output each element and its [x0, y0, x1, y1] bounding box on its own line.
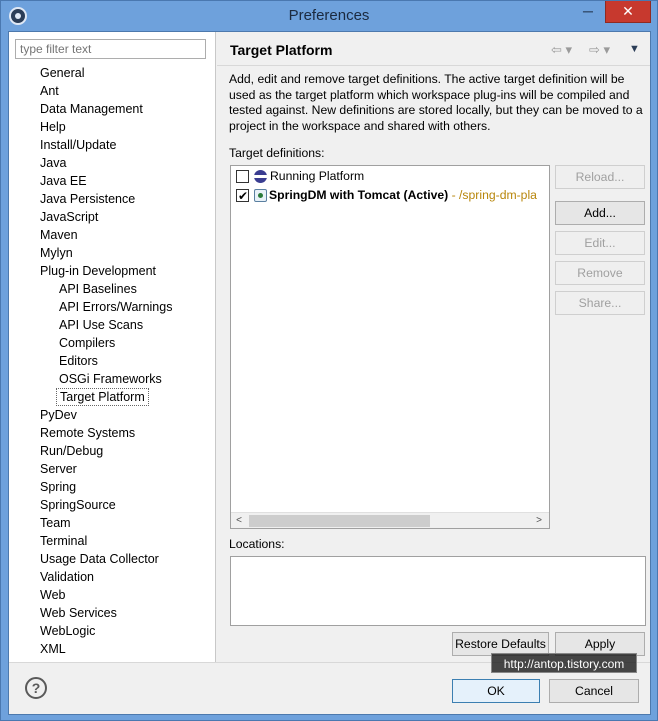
tree-item-plug-in-development[interactable]: Plug-in Development — [37, 262, 159, 280]
scroll-left-icon[interactable]: < — [231, 513, 247, 528]
filter-input[interactable] — [15, 39, 206, 59]
tree-item-springsource[interactable]: SpringSource — [37, 496, 119, 514]
remove-button[interactable]: Remove — [555, 261, 645, 285]
watermark-url: http://antop.tistory.com — [491, 653, 637, 673]
list-item[interactable]: SpringDM with Tomcat (Active) - /spring-… — [236, 186, 537, 205]
tree-item-javascript[interactable]: JavaScript — [37, 208, 101, 226]
tree-item-compilers[interactable]: Compilers — [56, 334, 118, 352]
target-definition-icon — [254, 189, 267, 203]
tree-item-maven[interactable]: Maven — [37, 226, 81, 244]
target-definitions-label: Target definitions: — [229, 146, 325, 160]
edit-button[interactable]: Edit... — [555, 231, 645, 255]
tree-item-web-services[interactable]: Web Services — [37, 604, 120, 622]
reload-button[interactable]: Reload... — [555, 165, 645, 189]
tree-item-java-persistence[interactable]: Java Persistence — [37, 190, 138, 208]
horizontal-scrollbar[interactable]: < > — [231, 512, 549, 528]
tree-item-web[interactable]: Web — [37, 586, 68, 604]
view-menu-icon[interactable]: ▼ — [629, 43, 640, 55]
add-button[interactable]: Add... — [555, 201, 645, 225]
tree-item-pydev[interactable]: PyDev — [37, 406, 80, 424]
checkbox-running-platform[interactable] — [236, 170, 249, 184]
definition-name: Running Platform — [270, 169, 365, 183]
tree-item-usage-data-collector[interactable]: Usage Data Collector — [37, 550, 162, 568]
target-definitions-list[interactable]: Running Platform SpringDM with Tomcat (A… — [230, 165, 550, 529]
definition-name: SpringDM with Tomcat (Active) — [269, 188, 449, 202]
preferences-window: Preferences ─ ✕ GeneralAntData Managemen… — [0, 0, 658, 721]
scrollbar-thumb[interactable] — [249, 515, 430, 527]
preferences-tree-pane: GeneralAntData ManagementHelpInstall/Upd… — [9, 32, 216, 662]
definition-path: - /spring-dm-pla — [448, 188, 537, 202]
eclipse-target-icon — [254, 170, 267, 184]
minimize-button[interactable]: ─ — [573, 1, 603, 23]
locations-list[interactable] — [230, 556, 646, 626]
tree-item-data-management[interactable]: Data Management — [37, 100, 146, 118]
scroll-right-icon[interactable]: > — [531, 513, 547, 528]
tree-item-editors[interactable]: Editors — [56, 352, 101, 370]
tree-item-java-ee[interactable]: Java EE — [37, 172, 90, 190]
tree-item-mylyn[interactable]: Mylyn — [37, 244, 76, 262]
back-nav-icon[interactable]: ⇦ ▾ — [551, 42, 572, 58]
tree-item-api-baselines[interactable]: API Baselines — [56, 280, 140, 298]
forward-nav-icon[interactable]: ⇨ ▾ — [589, 42, 610, 58]
tree-item-install-update[interactable]: Install/Update — [37, 136, 119, 154]
list-item[interactable]: Running Platform — [236, 167, 364, 185]
tree-item-target-platform[interactable]: Target Platform — [56, 388, 149, 406]
tree-item-terminal[interactable]: Terminal — [37, 532, 90, 550]
close-button[interactable]: ✕ — [605, 1, 651, 23]
tree-item-general[interactable]: General — [37, 64, 87, 82]
page-description: Add, edit and remove target definitions.… — [229, 72, 643, 133]
help-icon[interactable]: ? — [25, 677, 47, 699]
tree-item-xml[interactable]: XML — [37, 640, 69, 658]
page-title: Target Platform — [230, 42, 333, 58]
checkbox-springdm[interactable] — [236, 187, 249, 205]
window-title: Preferences — [288, 7, 370, 24]
tree-item-api-errors-warnings[interactable]: API Errors/Warnings — [56, 298, 175, 316]
tree-item-server[interactable]: Server — [37, 460, 80, 478]
tree-item-remote-systems[interactable]: Remote Systems — [37, 424, 138, 442]
tree-item-ant[interactable]: Ant — [37, 82, 62, 100]
dialog-client-area: GeneralAntData ManagementHelpInstall/Upd… — [8, 31, 651, 715]
ok-button[interactable]: OK — [452, 679, 540, 703]
tree-item-api-use-scans[interactable]: API Use Scans — [56, 316, 146, 334]
title-bar: Preferences ─ ✕ — [1, 1, 657, 31]
share-button[interactable]: Share... — [555, 291, 645, 315]
tree-item-validation[interactable]: Validation — [37, 568, 97, 586]
tree-item-spring[interactable]: Spring — [37, 478, 79, 496]
cancel-button[interactable]: Cancel — [549, 679, 639, 703]
tree-item-weblogic[interactable]: WebLogic — [37, 622, 98, 640]
tree-item-team[interactable]: Team — [37, 514, 74, 532]
tree-item-help[interactable]: Help — [37, 118, 69, 136]
tree-item-osgi-frameworks[interactable]: OSGi Frameworks — [56, 370, 165, 388]
locations-label: Locations: — [229, 537, 285, 551]
tree-item-run-debug[interactable]: Run/Debug — [37, 442, 106, 460]
page-header: Target Platform ⇦ ▾ ⇨ ▾ ▼ — [217, 32, 650, 66]
target-platform-page: Target Platform ⇦ ▾ ⇨ ▾ ▼ Add, edit and … — [217, 32, 650, 662]
tree-item-java[interactable]: Java — [37, 154, 69, 172]
